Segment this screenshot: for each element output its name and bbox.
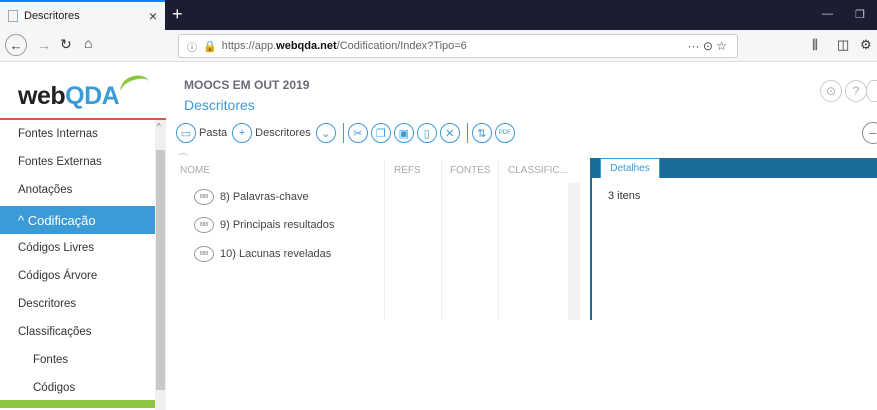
- sidebar-item-fontes[interactable]: Fontes: [0, 346, 155, 374]
- cut-icon[interactable]: ✂: [347, 123, 368, 143]
- new-tab-button[interactable]: +: [172, 4, 183, 25]
- tree-row[interactable]: 888 8) Palavras-chave: [194, 186, 309, 208]
- home-icon[interactable]: ⌂: [84, 35, 92, 51]
- copy-icon[interactable]: ❐: [370, 123, 391, 143]
- sidebar-item-descritores[interactable]: Descritores: [0, 290, 155, 318]
- url-domain: webqda.net: [276, 40, 337, 52]
- sidebar-item-anotacoes[interactable]: Anotações: [0, 176, 155, 204]
- url-text: https://app.webqda.net/Codification/Inde…: [222, 40, 467, 52]
- column-divider: [498, 160, 499, 320]
- items-count: 3 itens: [608, 190, 641, 202]
- column-header-classific[interactable]: CLASSIFIC...: [508, 165, 568, 176]
- collapse-panel-icon[interactable]: −: [862, 122, 877, 144]
- users-icon[interactable]: ⊙: [820, 80, 842, 102]
- pasta-button[interactable]: Pasta: [199, 127, 227, 139]
- url-path: /Codification/Index?Tipo=6: [336, 40, 467, 52]
- sidebar-bottom-bar: [0, 400, 155, 408]
- reload-icon[interactable]: ↻: [60, 36, 72, 53]
- document-icon[interactable]: ▯: [416, 123, 437, 143]
- chevron-down-icon[interactable]: ⌄: [315, 123, 336, 143]
- page-actions-icon[interactable]: ··· ⊙ ☆: [688, 39, 727, 53]
- row-label: 9) Principais resultados: [220, 219, 335, 231]
- app-header: webQDA MOOCS EM OUT 2019 Descritores ⊙ ?: [0, 62, 877, 118]
- toolbar-divider: [466, 123, 468, 143]
- trash-icon[interactable]: ✕: [439, 123, 460, 143]
- column-header-refs[interactable]: REFS: [394, 165, 421, 176]
- page-title: Descritores: [184, 97, 255, 113]
- codification-toolbar: ▭ Pasta + Descritores ⌄ ✂ ❐ ▣ ▯ ✕ ⇅ PDF: [176, 118, 877, 148]
- sidebar-item-codificacao[interactable]: ^ Codificação: [0, 206, 155, 234]
- add-icon[interactable]: +: [232, 123, 253, 143]
- page-favicon-icon: [8, 10, 18, 22]
- scroll-up-icon[interactable]: ^: [157, 122, 161, 131]
- paste-icon[interactable]: ▣: [393, 123, 414, 143]
- tree-row[interactable]: 888 9) Principais resultados: [194, 214, 334, 236]
- lock-icon: 🔒: [203, 40, 217, 53]
- tab-detalhes[interactable]: Detalhes: [600, 158, 660, 178]
- toolbar-divider: [342, 123, 344, 143]
- pdf-export-button[interactable]: PDF: [494, 123, 515, 143]
- descriptor-icon: 888: [194, 246, 214, 262]
- tab-title: Descritores: [24, 10, 80, 22]
- browser-tab[interactable]: Descritores ×: [0, 0, 165, 30]
- forward-icon[interactable]: →: [37, 37, 51, 53]
- details-panel: Detalhes 3 itens: [590, 158, 877, 320]
- sidebar-item-classificacoes[interactable]: Classificações: [0, 318, 155, 346]
- user-avatar[interactable]: [866, 80, 877, 102]
- logo-qda: QDA: [65, 82, 120, 110]
- row-label: 8) Palavras-chave: [220, 191, 309, 203]
- sidebar: Fontes Internas Fontes Externas Anotaçõe…: [0, 118, 166, 410]
- info-icon[interactable]: ⓘ: [187, 39, 197, 54]
- refresh-icon[interactable]: ⇅: [471, 123, 492, 143]
- back-icon[interactable]: ←: [5, 34, 27, 56]
- sidebar-item-fontes-internas[interactable]: Fontes Internas: [0, 120, 155, 148]
- restore-icon[interactable]: ❐: [855, 8, 865, 21]
- column-divider: [441, 160, 442, 320]
- browser-nav-bar: ← → ↻ ⌂ ⓘ 🔒 https://app.webqda.net/Codif…: [0, 30, 877, 62]
- project-name: MOOCS EM OUT 2019: [184, 78, 310, 92]
- url-bar[interactable]: ⓘ 🔒 https://app.webqda.net/Codification/…: [178, 34, 738, 58]
- descriptor-icon: 888: [194, 189, 214, 205]
- tree-scrollbar[interactable]: [568, 183, 580, 320]
- column-header-nome[interactable]: NOME: [180, 165, 210, 176]
- descriptor-icon: 888: [194, 217, 214, 233]
- tree-row[interactable]: 888 10) Lacunas reveladas: [194, 243, 331, 265]
- column-header-fontes[interactable]: FONTES: [450, 165, 491, 176]
- column-divider: [384, 160, 385, 320]
- logo-swoosh-icon: [117, 71, 153, 103]
- account-icon[interactable]: ⚙: [860, 37, 872, 53]
- tab-close-button[interactable]: ×: [149, 8, 157, 24]
- descritores-button[interactable]: Descritores: [255, 127, 311, 139]
- url-prefix: https://app.: [221, 40, 277, 52]
- sidebar-scroll-thumb[interactable]: [156, 150, 165, 390]
- descriptors-tree: ⌒ NOME REFS FONTES CLASSIFIC... 888 8) P…: [176, 150, 581, 320]
- row-label: 10) Lacunas reveladas: [220, 248, 332, 260]
- sidebar-item-codigos-arvore[interactable]: Códigos Árvore: [0, 262, 155, 290]
- minimize-icon[interactable]: —: [822, 8, 833, 20]
- browser-tab-bar: Descritores × + — ❐: [0, 0, 877, 30]
- help-icon[interactable]: ?: [845, 80, 867, 102]
- sidebar-item-fontes-externas[interactable]: Fontes Externas: [0, 148, 155, 176]
- sidebar-item-codigos[interactable]: Códigos: [0, 374, 155, 402]
- webqda-logo[interactable]: webQDA: [18, 82, 120, 111]
- logo-web: web: [18, 82, 66, 110]
- library-icon[interactable]: ⫼: [812, 37, 818, 53]
- sidebar-icon[interactable]: ◫: [837, 37, 849, 53]
- sidebar-item-codigos-livres[interactable]: Códigos Livres: [0, 234, 155, 262]
- folder-icon[interactable]: ▭: [176, 123, 196, 143]
- collapse-all-icon[interactable]: ⌒: [178, 150, 188, 165]
